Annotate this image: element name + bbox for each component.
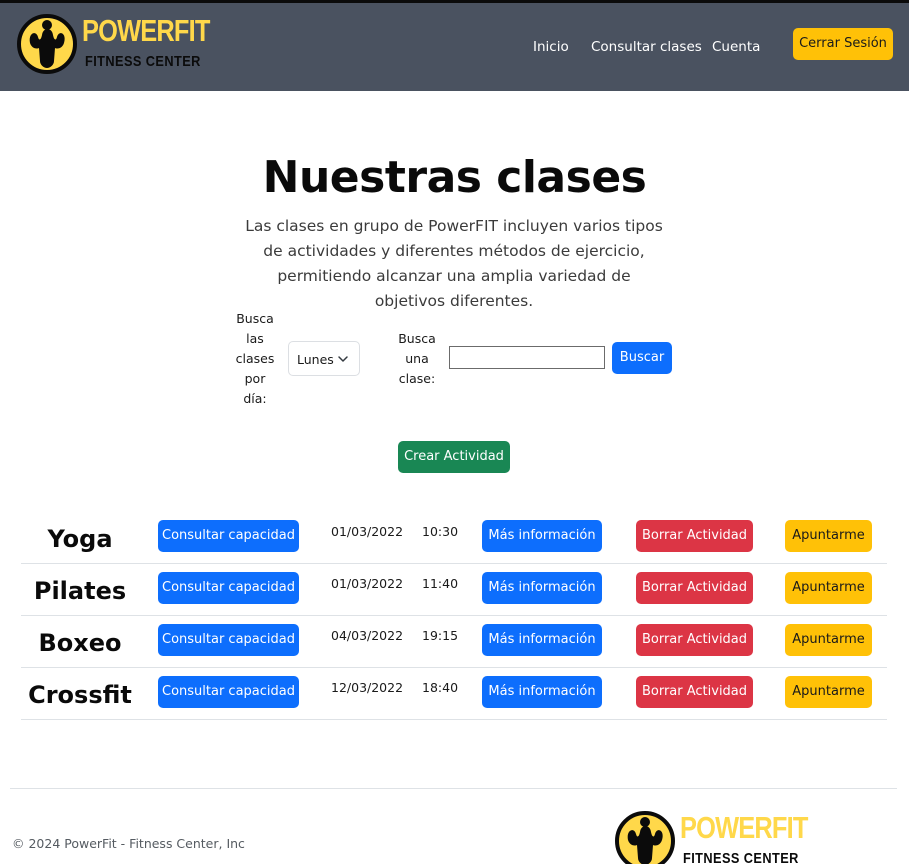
more-info-button[interactable]: Más información — [482, 624, 602, 656]
navbar: POWERFIT FITNESS CENTER Inicio Consultar… — [0, 0, 909, 91]
delete-activity-button[interactable]: Borrar Actividad — [636, 676, 753, 708]
consult-capacity-button[interactable]: Consultar capacidad — [158, 676, 299, 708]
class-name: Yoga — [47, 525, 113, 553]
class-search-input[interactable] — [449, 346, 605, 369]
join-class-button[interactable]: Apuntarme — [785, 624, 872, 656]
class-time: 10:30 — [422, 524, 459, 539]
footer-brand-logo: POWERFIT FITNESS CENTER — [614, 808, 808, 864]
day-select-value: Lunes — [297, 352, 334, 367]
delete-activity-button[interactable]: Borrar Actividad — [636, 624, 753, 656]
class-search-label: Busca una clase: — [398, 331, 436, 386]
delete-activity-button[interactable]: Borrar Actividad — [636, 572, 753, 604]
page-title: Nuestras clases — [262, 152, 647, 203]
delete-activity-button[interactable]: Borrar Actividad — [636, 520, 753, 552]
class-name: Pilates — [33, 577, 127, 605]
join-class-button[interactable]: Apuntarme — [785, 572, 872, 604]
brand-tagline: FITNESS CENTER — [85, 53, 201, 70]
join-class-button[interactable]: Apuntarme — [785, 676, 872, 708]
class-time: 11:40 — [422, 576, 459, 591]
class-row: Pilates Consultar capacidad 01/03/2022 11:4… — [21, 564, 887, 616]
class-date: 12/03/2022 — [331, 680, 404, 695]
class-date: 04/03/2022 — [331, 628, 404, 643]
class-time: 18:40 — [422, 680, 459, 695]
brand-name: POWERFIT — [680, 810, 808, 845]
day-select[interactable]: Lunes — [288, 341, 360, 376]
brand-tagline: FITNESS CENTER — [683, 850, 799, 864]
day-search-label: Busca las clases por día: — [235, 311, 275, 406]
class-name: Boxeo — [38, 629, 122, 657]
nav-link-inicio[interactable]: Inicio — [533, 39, 569, 55]
class-date: 01/03/2022 — [331, 576, 404, 591]
footer-divider — [10, 788, 897, 789]
class-row: Boxeo Consultar capacidad 04/03/2022 19:15 M… — [21, 616, 887, 668]
more-info-button[interactable]: Más información — [482, 572, 602, 604]
more-info-button[interactable]: Más información — [482, 676, 602, 708]
class-row: Yoga Consultar capacidad 01/03/2022 10:30 Má… — [21, 512, 887, 564]
footer-copyright: © 2024 PowerFit - Fitness Center, Inc — [12, 836, 245, 851]
consult-capacity-button[interactable]: Consultar capacidad — [158, 624, 299, 656]
consult-capacity-button[interactable]: Consultar capacidad — [158, 520, 299, 552]
consult-capacity-button[interactable]: Consultar capacidad — [158, 572, 299, 604]
nav-link-cuenta[interactable]: Cuenta — [712, 39, 760, 55]
class-name: Crossfit — [28, 681, 132, 709]
chevron-down-icon — [338, 356, 348, 362]
class-row: Crossfit Consultar capacidad 12/03/2022 18:… — [21, 668, 887, 720]
page-subtitle: Las clases en grupo de PowerFIT incluyen… — [245, 217, 663, 310]
nav-link-consultar-clases[interactable]: Consultar clases — [591, 39, 702, 55]
create-activity-button[interactable]: Crear Actividad — [398, 441, 510, 473]
join-class-button[interactable]: Apuntarme — [785, 520, 872, 552]
search-button[interactable]: Buscar — [612, 342, 672, 374]
bodybuilder-emblem-icon — [17, 14, 77, 74]
class-date: 01/03/2022 — [331, 524, 404, 539]
class-time: 19:15 — [422, 628, 459, 643]
logout-button[interactable]: Cerrar Sesión — [793, 28, 893, 60]
brand-logo[interactable]: POWERFIT FITNESS CENTER — [16, 11, 210, 83]
bodybuilder-emblem-icon — [615, 811, 675, 864]
more-info-button[interactable]: Más información — [482, 520, 602, 552]
brand-name: POWERFIT — [82, 13, 210, 48]
